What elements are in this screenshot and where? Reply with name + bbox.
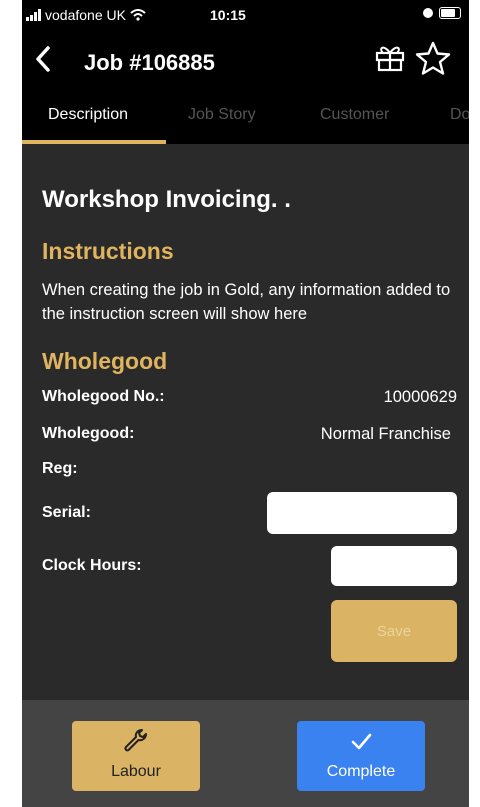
- wholegood-value: Normal Franchise: [320, 425, 451, 443]
- serial-label: Serial:: [42, 504, 91, 521]
- wrench-icon: [124, 729, 147, 752]
- wholegood-label: Wholegood:: [42, 425, 135, 442]
- wholegood-no-label: Wholegood No.:: [42, 388, 165, 405]
- wholegood-no-value: 10000629: [383, 388, 457, 406]
- carrier-name: vodafone UK: [45, 7, 126, 23]
- job-heading: Workshop Invoicing. .: [42, 186, 291, 213]
- status-right: [423, 7, 461, 19]
- tab-description[interactable]: Description: [48, 106, 128, 124]
- wifi-icon: [130, 9, 146, 21]
- app-screen: vodafone UK 10:15 Job #106885 Descriptio…: [22, 0, 469, 807]
- clock-hours-label: Clock Hours:: [42, 557, 142, 574]
- complete-label: Complete: [326, 763, 396, 780]
- description-panel: Workshop Invoicing. . Instructions When …: [22, 144, 469, 700]
- tab-documents[interactable]: Doc: [450, 106, 469, 124]
- status-bar: vodafone UK 10:15: [22, 0, 469, 32]
- page-title: Job #106885: [84, 50, 215, 75]
- save-button[interactable]: Save: [331, 600, 457, 662]
- title-bar: Job #106885: [22, 32, 469, 88]
- serial-input[interactable]: [267, 492, 457, 534]
- labour-label: Labour: [111, 763, 161, 780]
- back-chevron-icon[interactable]: [32, 44, 56, 74]
- status-time: 10:15: [210, 7, 246, 23]
- carrier-info: vodafone UK: [26, 7, 146, 23]
- instructions-heading: Instructions: [42, 238, 174, 264]
- tab-bar: Description Job Story Customer Doc: [22, 88, 469, 144]
- star-icon[interactable]: [414, 40, 452, 76]
- tab-job-story[interactable]: Job Story: [188, 106, 256, 124]
- labour-button[interactable]: Labour: [72, 721, 200, 791]
- tab-customer[interactable]: Customer: [320, 106, 389, 124]
- signal-icon: [26, 9, 41, 21]
- wholegood-heading: Wholegood: [42, 348, 168, 374]
- battery-icon: [439, 7, 461, 19]
- checkmark-icon: [351, 733, 372, 750]
- reg-label: Reg:: [42, 460, 78, 477]
- instructions-text: When creating the job in Gold, any infor…: [42, 281, 451, 323]
- clock-hours-input[interactable]: [331, 546, 457, 586]
- gift-icon[interactable]: [374, 42, 406, 72]
- alarm-icon: [423, 8, 433, 18]
- bottom-action-bar: Labour Complete: [22, 700, 469, 807]
- complete-button[interactable]: Complete: [297, 721, 425, 791]
